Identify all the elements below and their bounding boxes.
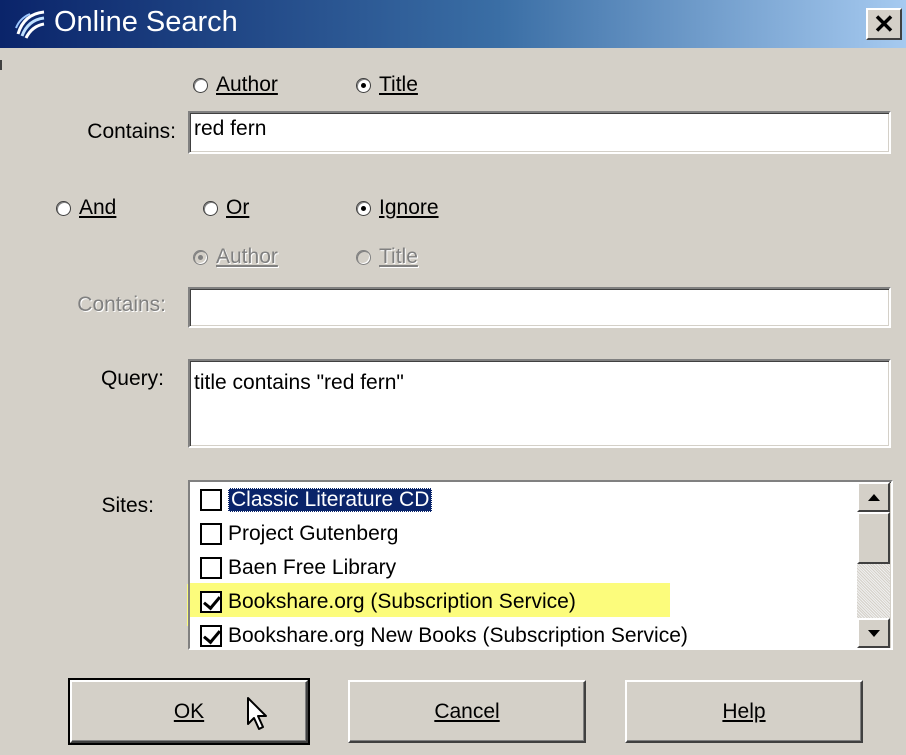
sites-scrollbar[interactable] — [857, 482, 890, 648]
cancel-button-label: Cancel — [434, 699, 500, 723]
search1-title-label: Title — [379, 73, 418, 96]
scroll-up-button[interactable] — [857, 482, 890, 512]
close-button[interactable]: ✕ — [866, 8, 902, 40]
scroll-thumb[interactable] — [857, 512, 890, 564]
query-label: Query: — [100, 367, 164, 390]
search1-contains-input[interactable]: red fern — [188, 111, 891, 154]
operator-ignore-label: Ignore — [379, 196, 439, 219]
site-item-label: Baen Free Library — [228, 556, 397, 579]
radio-icon — [356, 249, 371, 265]
site-item[interactable]: Classic Literature CD — [200, 484, 433, 516]
mouse-pointer-icon — [247, 697, 267, 730]
help-button[interactable]: Help — [625, 680, 863, 743]
query-value: title contains "red fern" — [194, 371, 404, 394]
search1-title-radio[interactable]: Title — [356, 73, 418, 97]
site-item[interactable]: Project Gutenberg — [200, 518, 398, 550]
radio-selected-icon — [356, 77, 371, 93]
checkbox-icon[interactable] — [200, 523, 222, 545]
radio-selected-icon — [356, 200, 371, 216]
sites-label: Sites: — [101, 494, 154, 517]
arrow-up-icon — [867, 493, 880, 501]
site-item-label: Classic Literature CD — [228, 488, 433, 512]
radio-selected-icon — [193, 249, 208, 265]
help-button-label: Help — [722, 699, 766, 723]
title-bar[interactable]: Online Search ✕ — [0, 0, 906, 48]
radio-icon — [193, 77, 208, 93]
close-icon: ✕ — [873, 9, 895, 39]
cancel-button[interactable]: Cancel — [348, 680, 586, 743]
radio-icon — [56, 200, 71, 216]
search2-contains-input[interactable] — [188, 287, 891, 328]
radio-icon — [203, 200, 218, 216]
checkbox-checked-icon[interactable] — [200, 591, 222, 613]
ok-button[interactable]: OK — [68, 678, 310, 745]
arrow-down-icon — [867, 629, 880, 637]
search1-contains-value: red fern — [194, 117, 267, 140]
ok-button-label: OK — [173, 699, 205, 723]
site-item-label: Bookshare.org (Subscription Service) — [228, 590, 576, 613]
search2-title-label: Title — [379, 245, 418, 268]
search2-author-label: Author — [216, 245, 278, 268]
search2-author-radio[interactable]: Author — [193, 245, 278, 269]
scroll-down-button[interactable] — [857, 618, 890, 648]
site-item-label: Bookshare.org New Books (Subscription Se… — [228, 624, 688, 647]
site-item-label: Project Gutenberg — [228, 522, 399, 545]
checkbox-icon[interactable] — [200, 557, 222, 579]
operator-or-label: Or — [226, 196, 250, 219]
site-item[interactable]: Baen Free Library — [200, 552, 396, 584]
site-item[interactable]: Bookshare.org (Subscription Service) — [200, 586, 576, 618]
search2-contains-label: Contains: — [77, 293, 166, 316]
checkbox-icon[interactable] — [200, 489, 222, 511]
search1-contains-label: Contains: — [87, 120, 176, 143]
query-textarea[interactable]: title contains "red fern" — [188, 359, 891, 448]
operator-ignore-radio[interactable]: Ignore — [356, 196, 439, 220]
operator-and-radio[interactable]: And — [56, 196, 116, 220]
window-title: Online Search — [54, 6, 238, 38]
checkbox-checked-icon[interactable] — [200, 625, 222, 647]
site-item[interactable]: Bookshare.org New Books (Subscription Se… — [200, 620, 688, 648]
search1-author-radio[interactable]: Author — [193, 73, 278, 97]
sites-listbox[interactable]: Classic Literature CD Project Gutenberg … — [188, 480, 893, 650]
search1-author-label: Author — [216, 73, 278, 96]
online-search-app-icon — [15, 10, 45, 39]
operator-and-label: And — [79, 196, 117, 219]
window-edge-mark — [0, 60, 2, 70]
search2-title-radio[interactable]: Title — [356, 245, 418, 269]
operator-or-radio[interactable]: Or — [203, 196, 249, 220]
